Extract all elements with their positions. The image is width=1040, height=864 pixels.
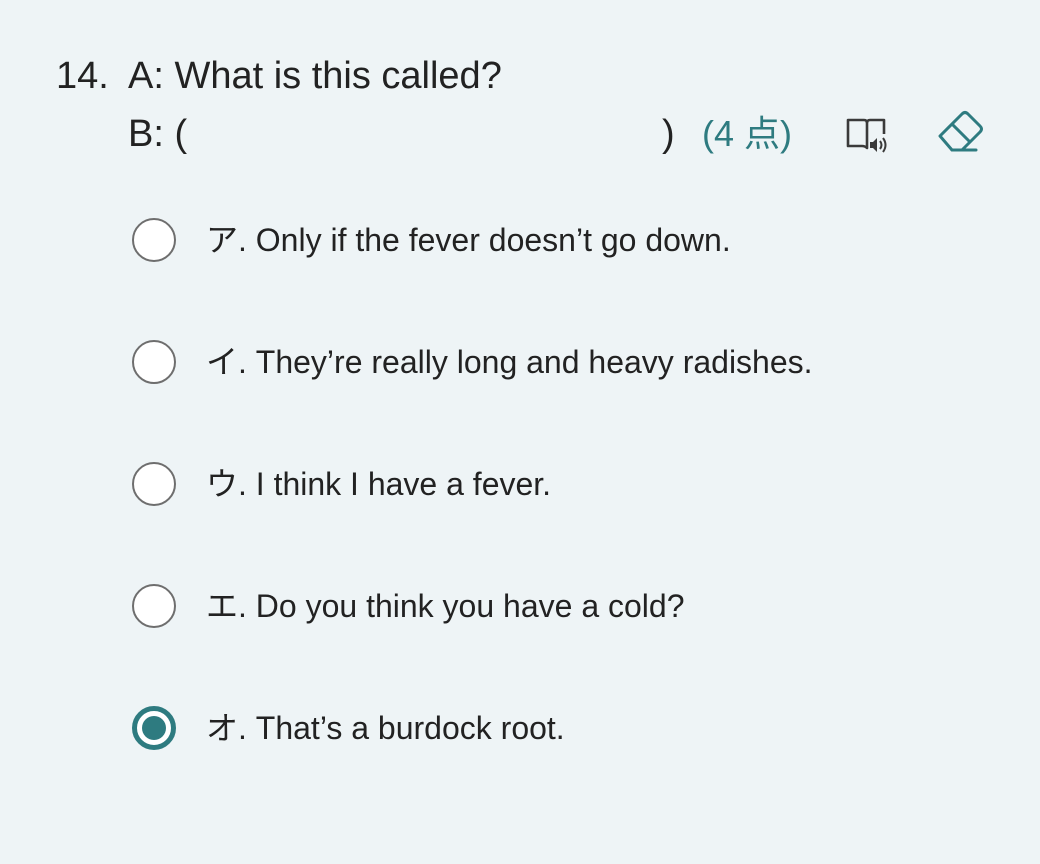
option-a[interactable]: ア. Only if the fever doesn’t go down. bbox=[132, 212, 731, 268]
option-a-label: ア. Only if the fever doesn’t go down. bbox=[206, 222, 731, 258]
option-b[interactable]: イ. They’re really long and heavy radishe… bbox=[132, 334, 813, 390]
question-line-b-close: ) bbox=[662, 113, 675, 155]
radio-option-e[interactable] bbox=[132, 706, 176, 750]
question-line-b-open: B: ( bbox=[128, 113, 188, 155]
points-label: (4 点) bbox=[702, 113, 793, 154]
option-d-label: エ. Do you think you have a cold? bbox=[206, 588, 685, 624]
option-b-label: イ. They’re really long and heavy radishe… bbox=[206, 344, 813, 380]
option-e[interactable]: オ. That’s a burdock root. bbox=[132, 700, 565, 756]
question-number: 14. bbox=[56, 55, 109, 97]
question-card: 14. A: What is this called? B: ( ) (4 点)… bbox=[0, 0, 1040, 864]
eraser-icon[interactable] bbox=[932, 104, 988, 160]
radio-option-a[interactable] bbox=[132, 218, 176, 262]
option-d[interactable]: エ. Do you think you have a cold? bbox=[132, 578, 685, 634]
option-c[interactable]: ウ. I think I have a fever. bbox=[132, 456, 551, 512]
option-c-label: ウ. I think I have a fever. bbox=[206, 466, 552, 502]
radio-option-c[interactable] bbox=[132, 462, 176, 506]
question-line-a: A: What is this called? bbox=[128, 55, 502, 97]
radio-option-d[interactable] bbox=[132, 584, 176, 628]
option-e-label: オ. That’s a burdock root. bbox=[206, 710, 565, 746]
radio-option-b[interactable] bbox=[132, 340, 176, 384]
book-speaker-icon[interactable] bbox=[844, 112, 892, 156]
